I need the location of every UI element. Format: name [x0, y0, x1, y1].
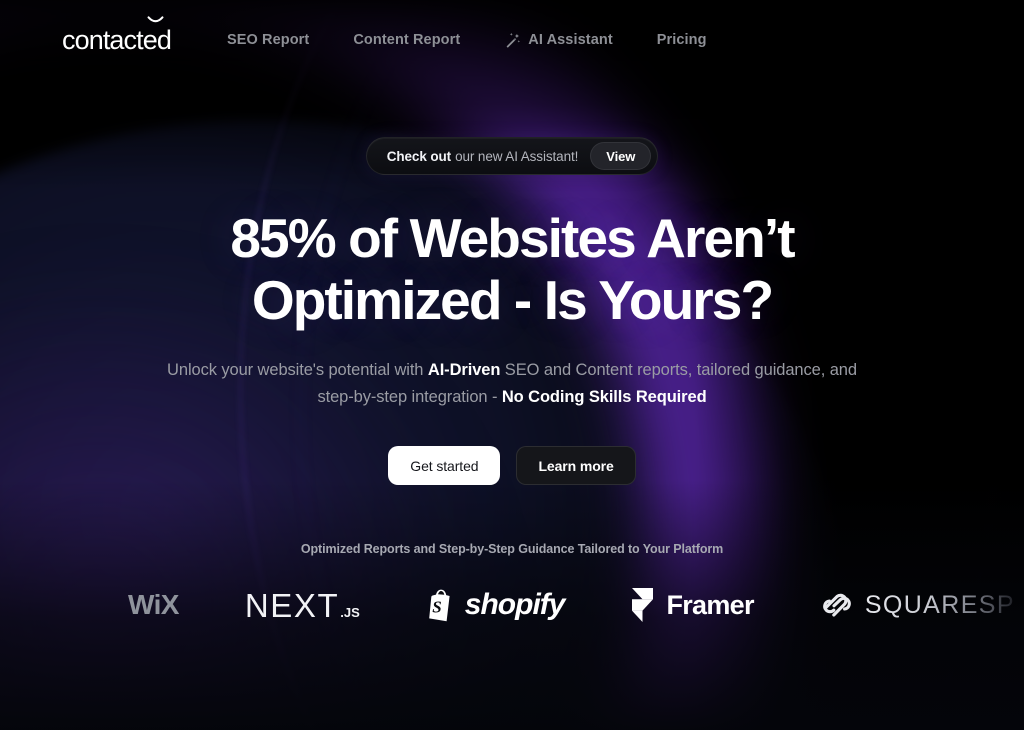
nextjs-suffix: .JS — [340, 604, 360, 620]
logo-squarespace: SQUARESP — [820, 584, 1015, 626]
announcement-bar[interactable]: Check out our new AI Assistant! View — [365, 137, 659, 175]
nav-item-label: Pricing — [656, 32, 707, 48]
learn-more-button[interactable]: Learn more — [516, 446, 636, 485]
headline-line-1: 85% of Websites Aren’t — [230, 207, 795, 269]
brand-name: contacted — [62, 24, 172, 55]
nav-links: SEO Report Content Report AI Assistant P… — [227, 32, 707, 49]
nav-item-ai-assistant[interactable]: AI Assistant — [504, 32, 613, 49]
get-started-button[interactable]: Get started — [388, 446, 501, 485]
brand-logo[interactable]: contacted — [62, 15, 172, 55]
hero-page: contacted SEO Report Content Report AI A… — [0, 0, 1024, 730]
logo-framer: Framer — [630, 584, 755, 626]
navbar: contacted SEO Report Content Report AI A… — [0, 0, 1024, 80]
logo-nextjs: NEXT .JS — [245, 584, 360, 626]
nav-item-label: Content Report — [353, 32, 461, 48]
nav-item-pricing[interactable]: Pricing — [657, 32, 707, 48]
squarespace-wordmark: SQUARESP — [864, 590, 1015, 619]
logo-wix: WiX — [128, 584, 179, 626]
wix-wordmark-icon: WiX — [128, 589, 179, 620]
subhead-highlight-ai-driven: AI-Driven — [427, 361, 501, 379]
announcement-strong-text: Check out — [386, 148, 452, 164]
subhead-text-1: Unlock your website's potential with — [167, 361, 428, 379]
nextjs-wordmark-icon: NEXT .JS — [245, 589, 360, 622]
squarespace-knot-icon — [823, 593, 851, 617]
nav-item-seo-report[interactable]: SEO Report — [227, 32, 309, 48]
headline-line-2: Optimized - Is Yours? — [251, 268, 774, 331]
shopify-wordmark: shopify — [464, 588, 566, 621]
nav-item-label: SEO Report — [226, 32, 310, 48]
nav-item-label: AI Assistant — [528, 32, 613, 48]
announcement-bar-wrap: Check out our new AI Assistant! View — [0, 137, 1024, 175]
announcement-view-button[interactable]: View — [590, 142, 652, 170]
page-title: 85% of Websites Aren’t Optimized - Is Yo… — [0, 207, 1024, 331]
framer-mark-icon — [632, 587, 654, 622]
platform-logo-strip: WiX NEXT .JS S shopify Framer SQUARESP — [0, 578, 1024, 632]
nextjs-word: NEXT — [244, 586, 340, 624]
framer-wordmark: Framer — [666, 589, 754, 620]
shopify-bag-icon: S — [428, 589, 450, 622]
breve-chevron-icon — [147, 15, 164, 22]
hero-subheading: Unlock your website's potential with AI-… — [0, 357, 1024, 410]
cta-row: Get started Learn more — [0, 446, 1024, 485]
magic-wand-icon — [506, 32, 521, 48]
subhead-highlight-no-coding: No Coding Skills Required — [501, 387, 707, 406]
nav-item-content-report[interactable]: Content Report — [353, 32, 460, 48]
logo-shopify: S shopify — [426, 584, 565, 626]
announcement-text: our new AI Assistant! — [455, 148, 579, 164]
svg-text:S: S — [432, 598, 441, 617]
platforms-caption: Optimized Reports and Step-by-Step Guida… — [300, 542, 724, 556]
